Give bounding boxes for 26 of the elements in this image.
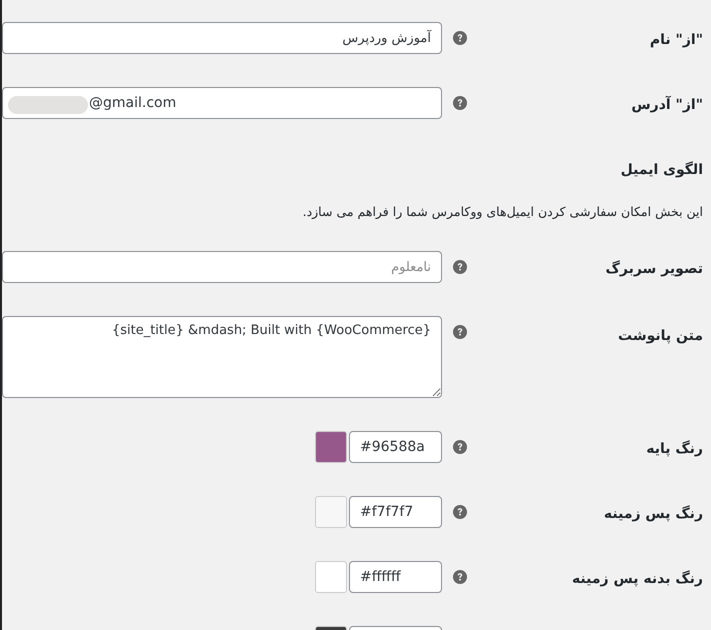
help-icon[interactable]	[453, 260, 467, 274]
field-label: "از" نام	[650, 32, 703, 48]
section-heading: الگوی ایمیل	[620, 161, 703, 179]
field-label: رنگ بدنه پس زمینه	[572, 570, 703, 586]
text-field[interactable]: آموزش وردپرس	[2, 22, 442, 54]
field-label: رنگ پس زمینه	[604, 506, 703, 522]
help-icon[interactable]	[453, 325, 467, 339]
color-code-field[interactable]: #96588a	[349, 431, 442, 463]
field-label: متن پانوشت	[618, 328, 703, 344]
footer-text-area[interactable]: {site_title} &mdash; Built with {WooCommerce}	[2, 316, 442, 398]
section-description: این بخش امکان سفارشی کردن ایمیل‌های ووکامرس شما را فراهم می سازد.	[302, 203, 703, 221]
field-label: "از" آدرس	[631, 96, 703, 112]
help-icon[interactable]	[453, 440, 467, 454]
color-swatch[interactable]	[315, 431, 347, 463]
color-swatch[interactable]	[315, 496, 347, 528]
text-field[interactable]: نامعلوم	[2, 251, 442, 283]
help-icon[interactable]	[453, 505, 467, 519]
field-label: تصویر سربرگ	[606, 260, 703, 276]
color-code-field[interactable]: #ffffff	[349, 561, 442, 593]
color-swatch[interactable]	[315, 561, 347, 593]
help-icon[interactable]	[453, 31, 467, 45]
color-code-field[interactable]: #f7f7f7	[349, 496, 442, 528]
help-icon[interactable]	[453, 96, 467, 110]
help-icon[interactable]	[453, 570, 467, 584]
field-label: رنگ پایه	[646, 440, 703, 456]
email-field[interactable]: @gmail.com	[2, 87, 442, 119]
